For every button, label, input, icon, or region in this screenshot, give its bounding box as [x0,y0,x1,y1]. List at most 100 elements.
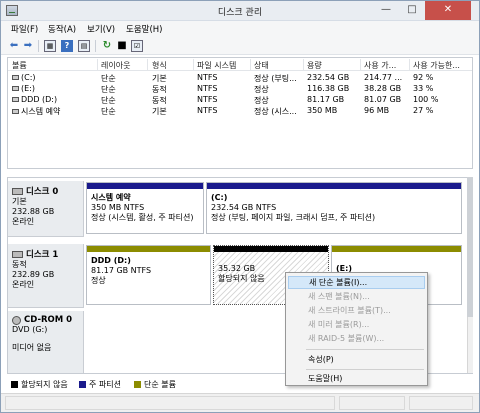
disk-name: CD-ROM 0 [24,315,73,325]
menu-new-spanned-volume[interactable]: 새 스팬 볼륨(N)... [288,290,425,303]
column-layout[interactable]: 레이아웃 [101,60,130,71]
disk-state: 온라인 [12,280,35,289]
volume-fs: NTFS [197,95,218,104]
volume-row[interactable]: DDD (D:) 단순 동적 NTFS 정상 81.17 GB 81.07 GB… [8,94,472,105]
volume-row[interactable]: (E:) 단순 동적 NTFS 정상 116.38 GB 38.28 GB 33… [8,83,472,94]
cdrom-0-label[interactable]: CD-ROM 0 DVD (G:) 미디어 없음 [8,311,84,374]
scrollbar-thumb[interactable] [467,177,473,317]
legend-swatch [134,381,141,388]
column-divider[interactable] [360,59,361,70]
column-status[interactable]: 상태 [254,60,269,71]
menu-help-item[interactable]: 도움말(H) [288,372,425,385]
volume-fs: NTFS [197,106,218,115]
partition-c[interactable]: (C:) 232.54 GB NTFS 정상 (부팅, 페이지 파일, 크래시 … [206,182,462,234]
context-menu: 새 단순 볼륨(I)... 새 스팬 볼륨(N)... 새 스트라이프 볼륨(T… [285,272,428,386]
console-tree-icon[interactable]: ▤ [78,40,90,52]
column-file-system[interactable]: 파일 시스템 [197,60,236,71]
maximize-button[interactable]: □ [399,1,425,20]
column-capacity[interactable]: 용량 [307,60,322,71]
legend-label: 주 파티션 [89,380,121,389]
properties-grid-icon[interactable]: ▦ [44,40,56,52]
volume-icon [12,75,19,80]
volume-capacity: 350 MB [307,106,338,115]
disk-name: 디스크 1 [26,250,59,260]
volume-pct: 27 % [413,106,434,115]
status-pane [339,396,405,410]
menu-separator [306,369,424,370]
volume-pct: 33 % [413,84,434,93]
check-disk-icon[interactable]: ■ [116,40,128,52]
volume-row[interactable]: (C:) 단순 기본 NTFS 정상 (부팅... 232.54 GB 214.… [8,72,472,83]
menu-separator [306,349,424,350]
volume-capacity: 232.54 GB [307,73,350,82]
disk-size: 232.88 GB [12,207,55,216]
column-volume[interactable]: 볼륨 [12,60,27,71]
partition-system-reserved[interactable]: 시스템 예약 350 MB NTFS 정상 (시스템, 활성, 주 파티션) [86,182,204,234]
column-divider[interactable] [303,59,304,70]
title-bar: 디스크 관리 — □ ✕ [1,1,479,21]
menu-new-simple-volume[interactable]: 새 단순 볼륨(I)... [288,276,425,289]
partition-size: 232.54 GB NTFS [211,203,277,212]
primary-partition-bar [207,183,461,189]
volume-fs: NTFS [197,84,218,93]
column-free-space[interactable]: 사용 가... [364,60,396,71]
volume-status: 정상 (시스... [254,107,297,116]
back-arrow-icon[interactable]: ⬅ [8,40,20,52]
status-pane [5,396,335,410]
volume-layout: 단순 [101,107,116,116]
volume-icon [12,97,19,102]
close-button[interactable]: ✕ [425,1,471,20]
column-percent-free[interactable]: 사용 가능한... [413,60,460,71]
legend-swatch [79,381,86,388]
disk-management-window: 디스크 관리 — □ ✕ 파일(F) 동작(A) 보기(V) 도움말(H) ⬅ … [0,0,480,413]
menu-view[interactable]: 보기(V) [87,23,115,35]
menu-properties[interactable]: 속성(P) [288,353,425,366]
volume-name: (E:) [21,84,35,93]
disk-name: 디스크 0 [26,187,59,197]
minimize-button[interactable]: — [373,1,399,20]
volume-free: 81.07 GB [364,95,402,104]
partition-size: 350 MB NTFS [91,203,145,212]
disk-0-label[interactable]: 디스크 0 기본 232.88 GB 온라인 [8,181,84,237]
menu-new-raid5-volume[interactable]: 새 RAID-5 볼륨(W)... [288,332,425,345]
partition-size: 81.17 GB NTFS [91,266,152,275]
column-divider[interactable] [97,59,98,70]
disk-size: 232.89 GB [12,270,55,279]
volume-icon [12,86,19,91]
help-icon[interactable]: ? [61,40,73,52]
column-divider[interactable] [409,59,410,70]
refresh-icon[interactable]: ↻ [101,40,113,52]
status-bar [1,393,479,412]
menu-file[interactable]: 파일(F) [11,23,38,35]
simple-volume-bar [332,246,461,252]
volume-name: 시스템 예약 [21,107,61,116]
partition-status: 정상 (시스템, 활성, 주 파티션) [91,213,194,222]
volume-icon [12,109,19,114]
partition-d[interactable]: DDD (D:) 81.17 GB NTFS 정상 [86,245,211,305]
menu-bar: 파일(F) 동작(A) 보기(V) 도움말(H) [1,21,479,37]
toolbar-separator [38,40,39,52]
menu-action[interactable]: 동작(A) [48,23,76,35]
column-type[interactable]: 형식 [152,60,167,71]
partition-name: 시스템 예약 [91,193,131,202]
disk-icon [12,250,23,258]
disk-type: 동적 [12,260,27,269]
partition-status: 정상 (부팅, 페이지 파일, 크래시 덤프, 주 파티션) [211,213,376,222]
volume-list-header: 볼륨 레이아웃 형식 파일 시스템 상태 용량 사용 가... 사용 가능한..… [8,58,472,71]
column-divider[interactable] [250,59,251,70]
partition-status: 정상 [91,276,106,285]
legend-primary: 주 파티션 [79,379,121,390]
disk-1-label[interactable]: 디스크 1 동적 232.89 GB 온라인 [8,244,84,308]
properties-icon[interactable]: ☑ [131,40,143,52]
menu-new-mirrored-volume[interactable]: 새 미러 볼륨(R)... [288,318,425,331]
forward-arrow-icon[interactable]: ➡ [22,40,34,52]
column-divider[interactable] [147,59,148,70]
column-divider[interactable] [193,59,194,70]
disk-state: 온라인 [12,217,35,226]
legend-simple: 단순 볼륨 [134,379,176,390]
volume-list[interactable]: 볼륨 레이아웃 형식 파일 시스템 상태 용량 사용 가... 사용 가능한..… [7,57,473,169]
volume-row[interactable]: 시스템 예약 단순 기본 NTFS 정상 (시스... 350 MB 96 MB… [8,105,472,116]
menu-help[interactable]: 도움말(H) [126,23,162,35]
menu-new-striped-volume[interactable]: 새 스트라이프 볼륨(T)... [288,304,425,317]
volume-fs: NTFS [197,73,218,82]
